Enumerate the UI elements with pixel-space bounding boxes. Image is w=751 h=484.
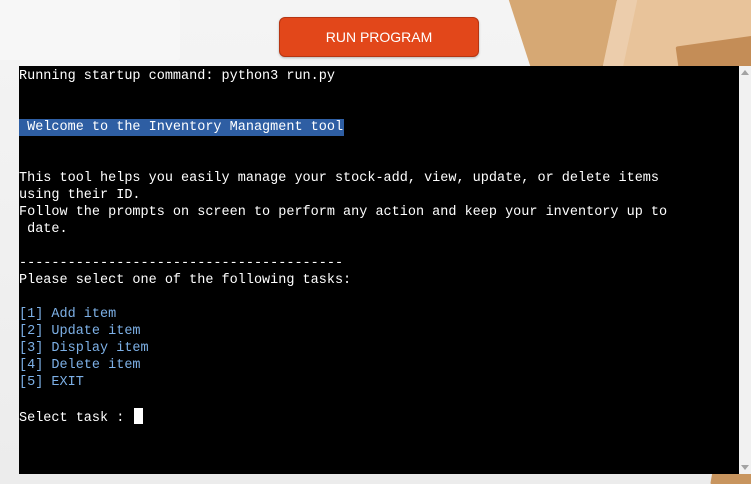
menu-item-update: [2] Update item (19, 324, 141, 339)
text-cursor[interactable] (134, 408, 144, 424)
prompt-heading: Please select one of the following tasks… (19, 273, 352, 288)
welcome-banner-line: Welcome to the Inventory Managment tool (19, 119, 731, 136)
startup-command-line: Running startup command: python3 run.py (19, 69, 335, 84)
terminal-output: Running startup command: python3 run.py … (19, 66, 731, 425)
run-program-button[interactable]: RUN PROGRAM (279, 17, 479, 57)
intro-line: This tool helps you easily manage your s… (19, 171, 660, 186)
intro-line: date. (19, 222, 68, 237)
menu-item-exit: [5] EXIT (19, 375, 84, 390)
separator-line: ---------------------------------------- (19, 256, 344, 271)
scroll-up-arrow-icon[interactable] (741, 70, 749, 75)
menu-item-add: [1] Add item (19, 307, 117, 322)
terminal-window[interactable]: Running startup command: python3 run.py … (19, 66, 739, 474)
background-haze (0, 0, 180, 60)
welcome-banner: Welcome to the Inventory Managment tool (19, 119, 345, 136)
intro-line: Follow the prompts on screen to perform … (19, 205, 668, 220)
scroll-down-arrow-icon[interactable] (741, 465, 749, 470)
menu-item-display: [3] Display item (19, 341, 149, 356)
intro-line: using their ID. (19, 188, 141, 203)
input-prompt-line[interactable]: Select task : (19, 408, 731, 425)
menu-item-delete: [4] Delete item (19, 358, 141, 373)
input-prompt: Select task : (19, 411, 133, 425)
terminal-scrollbar[interactable] (739, 66, 751, 474)
